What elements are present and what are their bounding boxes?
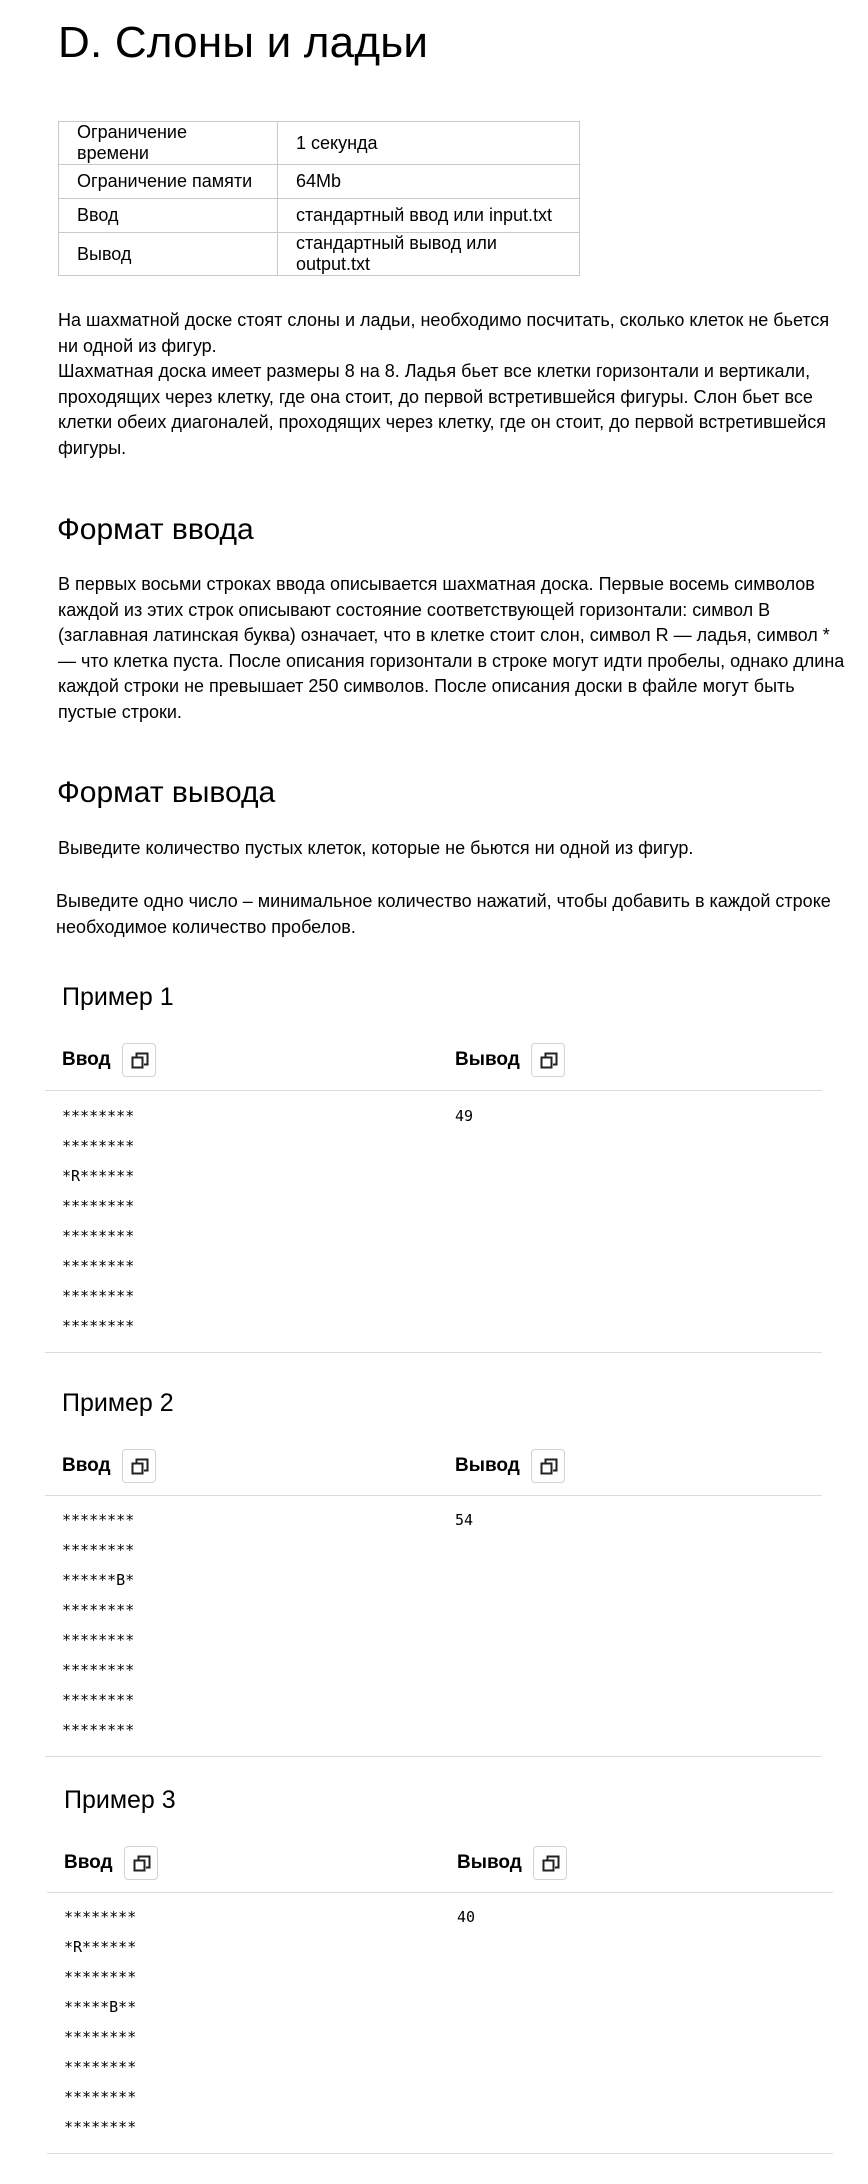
- divider: [45, 1495, 822, 1496]
- divider: [47, 1892, 833, 1893]
- table-row: Вывод стандартный вывод или output.txt: [58, 232, 580, 276]
- example-input: ******** ******** ******B* ******** ****…: [62, 1511, 135, 1739]
- statement-paragraph: На шахматной доске стоят слоны и ладьи, …: [58, 310, 830, 356]
- output-label: Вывод: [455, 1049, 520, 1070]
- output-format-heading: Формат вывода: [57, 776, 276, 809]
- copy-output-button[interactable]: [530, 1449, 565, 1483]
- limit-value: 1 секунда: [277, 121, 580, 165]
- example-input-header: Ввод: [62, 1043, 156, 1077]
- limit-label: Ограничение памяти: [58, 164, 278, 199]
- example-output: 54: [455, 1511, 474, 1529]
- copy-icon: [540, 1458, 558, 1475]
- example-input-header: Ввод: [62, 1449, 156, 1483]
- copy-icon: [131, 1052, 149, 1069]
- example-output-header: Вывод: [455, 1449, 565, 1483]
- copy-icon: [540, 1052, 558, 1069]
- example-title: Пример 1: [62, 983, 174, 1011]
- output-label: Вывод: [455, 1455, 520, 1476]
- example-input: ******** *R****** ******** *****B** ****…: [64, 1908, 137, 2136]
- copy-input-button[interactable]: [121, 1449, 156, 1483]
- copy-output-button[interactable]: [532, 1846, 567, 1880]
- limits-table: Ограничение времени 1 секунда Ограничени…: [58, 121, 580, 276]
- limit-label: Ограничение времени: [58, 121, 278, 165]
- divider: [47, 2153, 833, 2154]
- statement-paragraph: Шахматная доска имеет размеры 8 на 8. Ла…: [58, 361, 826, 458]
- output-label: Вывод: [457, 1852, 522, 1873]
- table-row: Ввод стандартный ввод или input.txt: [58, 198, 580, 233]
- limit-label: Вывод: [58, 232, 278, 276]
- example-input: ******** ******** *R****** ******** ****…: [62, 1107, 135, 1335]
- copy-output-button[interactable]: [530, 1043, 565, 1077]
- copy-icon: [131, 1458, 149, 1475]
- divider: [45, 1090, 822, 1091]
- example-input-header: Ввод: [64, 1846, 158, 1880]
- copy-icon: [542, 1855, 560, 1872]
- limit-value: 64Mb: [277, 164, 580, 199]
- example-title: Пример 2: [62, 1389, 174, 1417]
- limit-value: стандартный ввод или input.txt: [277, 198, 580, 233]
- copy-input-button[interactable]: [121, 1043, 156, 1077]
- page-title: D. Слоны и ладьи: [58, 18, 429, 67]
- example-output: 49: [455, 1107, 474, 1125]
- limit-value: стандартный вывод или output.txt: [277, 232, 580, 276]
- example-title: Пример 3: [64, 1786, 176, 1814]
- table-row: Ограничение времени 1 секунда: [58, 121, 580, 165]
- input-label: Ввод: [62, 1455, 111, 1476]
- limit-label: Ввод: [58, 198, 278, 233]
- output-format-text: Выведите количество пустых клеток, котор…: [58, 838, 694, 858]
- divider: [45, 1756, 822, 1757]
- statement: На шахматной доске стоят слоны и ладьи, …: [58, 308, 848, 461]
- copy-icon: [133, 1855, 151, 1872]
- example-output-header: Вывод: [455, 1043, 565, 1077]
- input-format-heading: Формат ввода: [57, 513, 254, 546]
- input-format-text: В первых восьми строках ввода описываетс…: [58, 574, 845, 722]
- input-label: Ввод: [62, 1049, 111, 1070]
- example-output-header: Вывод: [457, 1846, 567, 1880]
- table-row: Ограничение памяти 64Mb: [58, 164, 580, 199]
- output-format-note: Выведите одно число – минимальное количе…: [56, 891, 831, 937]
- input-label: Ввод: [64, 1852, 113, 1873]
- copy-input-button[interactable]: [123, 1846, 158, 1880]
- divider: [45, 1352, 822, 1353]
- example-output: 40: [457, 1908, 476, 1926]
